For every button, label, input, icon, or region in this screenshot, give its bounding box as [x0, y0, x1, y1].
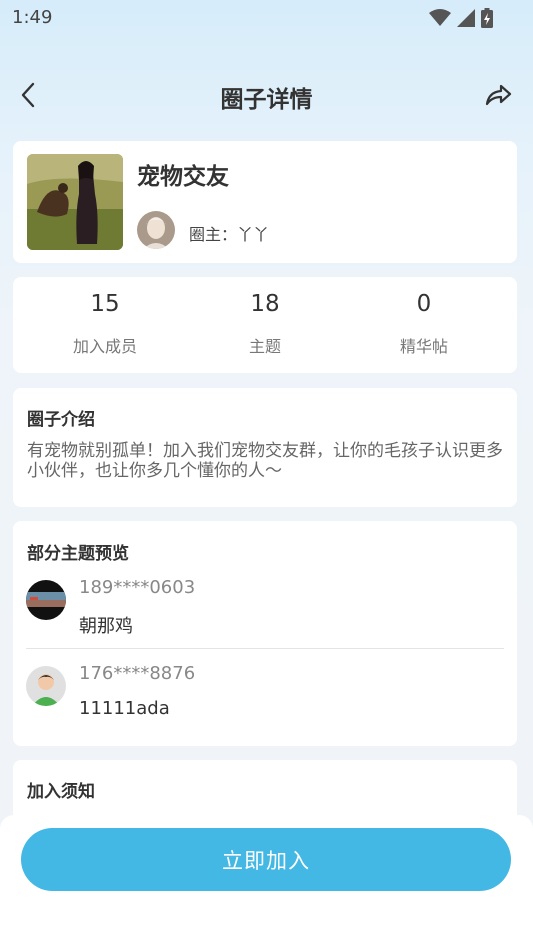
stat-topics[interactable]: 18 主题: [181, 291, 349, 357]
topic-user: 176****8876: [79, 663, 196, 684]
notice-title: 加入须知: [27, 782, 95, 802]
owner-label: 圈主：丫丫: [189, 225, 270, 244]
nav-bar: 圈子详情: [0, 70, 533, 120]
stat-value: 15: [90, 291, 120, 317]
stats-card: 15 加入成员 18 主题 0 精华帖: [13, 277, 517, 373]
page-title: 圈子详情: [220, 87, 313, 113]
intro-text: 有宠物就别孤单！加入我们宠物交友群，让你的毛孩子认识更多小伙伴，也让你多几个懂你…: [27, 441, 503, 481]
topic-row[interactable]: 189****0603 朝那鸡: [13, 571, 517, 651]
user-avatar: [26, 666, 66, 706]
divider: [26, 648, 504, 649]
cell-signal-icon: [457, 9, 475, 27]
topic-preview-card: 部分主题预览 189****0603 朝那鸡 176****8876 11111…: [13, 521, 517, 746]
battery-icon: [481, 8, 493, 28]
topic-row[interactable]: 176****8876 11111ada: [13, 657, 517, 737]
stat-value: 18: [250, 291, 280, 317]
stat-value: 0: [416, 291, 432, 317]
status-time: 1:49: [12, 7, 53, 28]
topic-title: 11111ada: [79, 698, 170, 719]
status-icons: [429, 8, 493, 28]
circle-name: 宠物交友: [137, 164, 229, 190]
topic-user: 189****0603: [79, 577, 196, 598]
stat-members[interactable]: 15 加入成员: [21, 291, 189, 357]
intro-title: 圈子介绍: [27, 410, 95, 430]
intro-card: 圈子介绍 有宠物就别孤单！加入我们宠物交友群，让你的毛孩子认识更多小伙伴，也让你…: [13, 388, 517, 507]
share-button[interactable]: [483, 80, 513, 110]
join-button[interactable]: 立即加入: [21, 828, 511, 891]
circle-cover-image: [27, 154, 123, 250]
topic-title: 朝那鸡: [79, 616, 133, 637]
bottom-action-panel: 立即加入: [0, 815, 533, 948]
user-avatar: [26, 580, 66, 620]
stat-featured[interactable]: 0 精华帖: [340, 291, 508, 357]
stat-label: 主题: [248, 337, 281, 356]
share-icon: [485, 84, 512, 106]
circle-info-card: 宠物交友 圈主：丫丫: [13, 141, 517, 263]
wifi-icon: [429, 9, 451, 26]
status-bar: 1:49: [0, 0, 533, 36]
stat-label: 加入成员: [72, 337, 137, 356]
stat-label: 精华帖: [399, 337, 448, 356]
preview-title: 部分主题预览: [27, 544, 129, 564]
owner-avatar[interactable]: [137, 211, 175, 249]
